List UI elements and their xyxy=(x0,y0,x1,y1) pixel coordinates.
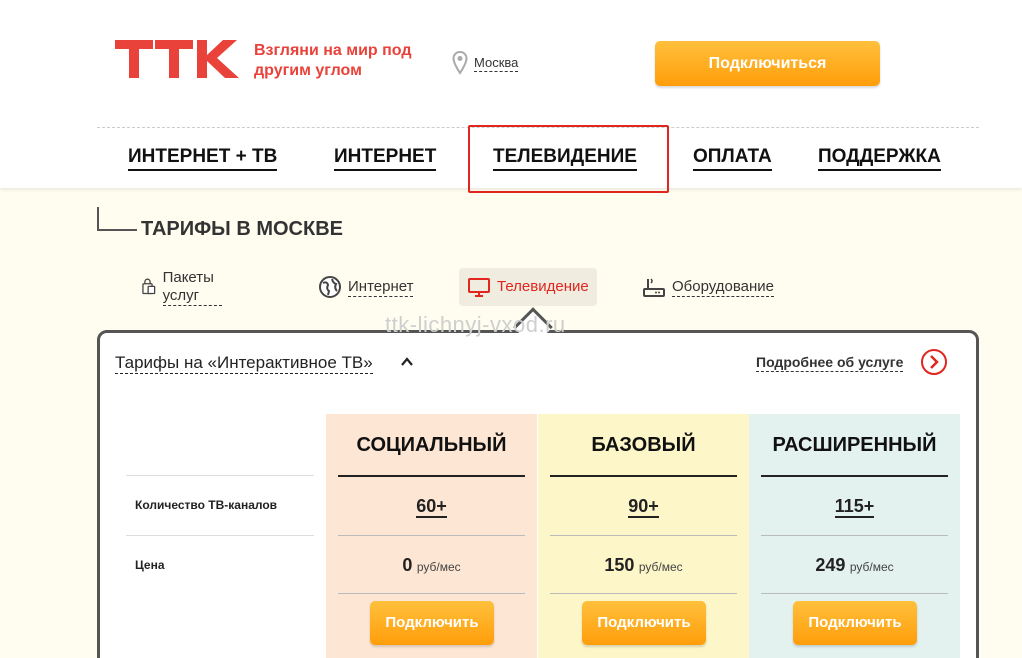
slogan: Взгляни на мир под другим углом xyxy=(254,42,412,79)
plan-divider xyxy=(338,535,525,536)
nav-item-internet-tv[interactable]: ИНТЕРНЕТ + ТВ xyxy=(128,145,278,171)
plan-price-value: 150 xyxy=(604,555,635,575)
row-divider xyxy=(126,535,314,536)
plan-column-extended: РАСШИРЕННЫЙ 115+ 249 руб/мес Подключить xyxy=(749,414,960,658)
plan-name: СОЦИАЛЬНЫЙ xyxy=(356,434,507,456)
connect-plan-button[interactable]: Подключить xyxy=(370,601,494,645)
city-label: Москва xyxy=(474,54,519,72)
chevron-up-icon[interactable] xyxy=(400,355,414,369)
section-title: ТАРИФЫ В МОСКВЕ xyxy=(141,218,343,240)
row-divider xyxy=(126,475,314,476)
city-selector[interactable]: Москва xyxy=(452,51,519,75)
tab-internet[interactable]: Интернет xyxy=(318,268,414,306)
tab-label: Оборудование xyxy=(672,277,775,297)
plan-channels-value: 115+ xyxy=(834,496,875,518)
nav-item-internet[interactable]: ИНТЕРНЕТ xyxy=(334,145,437,171)
more-about-service-link[interactable]: Подробнее об услуге xyxy=(756,354,904,372)
plan-price: 249 руб/мес xyxy=(749,555,960,576)
globe-icon xyxy=(319,276,341,298)
plan-price: 0 руб/мес xyxy=(326,555,537,576)
router-icon xyxy=(643,278,665,297)
panel-title[interactable]: Тарифы на «Интерактивное ТВ» xyxy=(115,353,373,374)
nav-item-payment[interactable]: ОПЛАТА xyxy=(693,145,772,171)
plan-divider xyxy=(338,593,525,594)
connect-plan-button[interactable]: Подключить xyxy=(793,601,917,645)
plan-name: РАСШИРЕННЫЙ xyxy=(772,434,937,456)
plan-price-unit: руб/мес xyxy=(638,560,683,574)
plan-divider xyxy=(550,535,737,536)
bag-icon xyxy=(142,278,156,295)
section-bracket xyxy=(97,207,137,231)
row-label-price: Цена xyxy=(135,558,165,572)
plan-channels-value: 90+ xyxy=(628,496,659,518)
connect-button[interactable]: Подключиться xyxy=(655,41,880,86)
connect-plan-button[interactable]: Подключить xyxy=(582,601,706,645)
ttk-logo[interactable] xyxy=(115,40,240,80)
tv-icon xyxy=(468,278,490,297)
tab-packages[interactable]: Пакеты услуг xyxy=(141,268,223,306)
row-label-channels: Количество ТВ-каналов xyxy=(135,498,278,512)
tab-television[interactable]: Телевидение xyxy=(459,268,597,306)
plan-column-basic: БАЗОВЫЙ 90+ 150 руб/мес Подключить xyxy=(538,414,749,658)
plan-divider xyxy=(338,475,525,477)
nav-highlight-box xyxy=(468,125,669,193)
plan-divider xyxy=(761,475,948,477)
plan-price-unit: руб/мес xyxy=(849,560,894,574)
location-pin-icon xyxy=(452,51,468,75)
plan-channels-value: 60+ xyxy=(416,496,447,518)
tab-label: Интернет xyxy=(348,277,414,297)
plan-price-value: 0 xyxy=(402,555,413,575)
plan-divider xyxy=(550,593,737,594)
tab-label: Телевидение xyxy=(497,278,589,295)
plan-divider xyxy=(550,475,737,477)
plan-channels[interactable]: 115+ xyxy=(749,496,960,518)
plan-divider xyxy=(761,535,948,536)
plan-name: БАЗОВЫЙ xyxy=(591,434,696,456)
plan-price: 150 руб/мес xyxy=(538,555,749,576)
tab-label: Пакеты услуг xyxy=(162,269,223,306)
plan-channels[interactable]: 90+ xyxy=(538,496,749,518)
plan-column-social: СОЦИАЛЬНЫЙ 60+ 0 руб/мес Подключить xyxy=(326,414,537,658)
arrow-right-circle-icon[interactable] xyxy=(920,348,948,376)
plan-price-unit: руб/мес xyxy=(416,560,461,574)
watermark: ttk-lichnyj-vxod.ru xyxy=(385,312,566,337)
plan-divider xyxy=(761,593,948,594)
nav-item-support[interactable]: ПОДДЕРЖКА xyxy=(818,145,941,171)
plan-price-value: 249 xyxy=(815,555,846,575)
tab-equipment[interactable]: Оборудование xyxy=(642,268,775,306)
plan-channels[interactable]: 60+ xyxy=(326,496,537,518)
